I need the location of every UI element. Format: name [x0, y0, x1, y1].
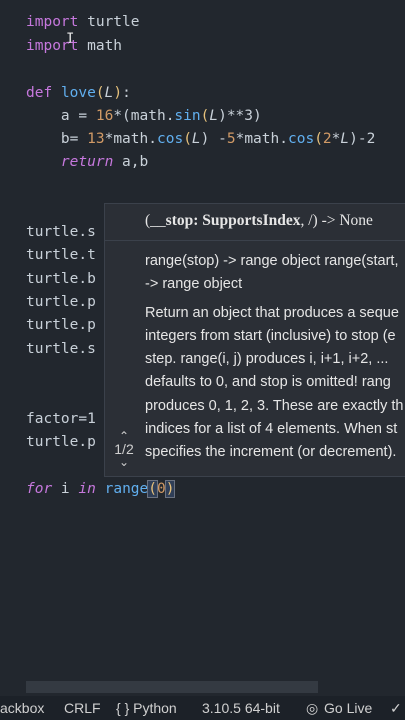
module-name: turtle: [78, 14, 140, 30]
doc-line: indices for a list of 4 elements. When s…: [145, 421, 398, 438]
status-bar: ackbox CRLF { } Python 3.10.5 64-bit ◎ G…: [0, 696, 405, 720]
function-name: cos: [287, 131, 315, 147]
code-line-def[interactable]: def love(L):: [26, 82, 131, 105]
parameter: L: [209, 108, 219, 124]
function-name: love: [60, 85, 96, 101]
code-text: *math.: [104, 131, 157, 147]
code-text: a,b: [113, 154, 149, 170]
code-text: turtle.s: [26, 224, 96, 240]
number: 16: [95, 108, 114, 124]
code-text: turtle.p: [26, 317, 96, 333]
code-line-turtle-5[interactable]: turtle.p: [26, 314, 96, 337]
status-language[interactable]: { } Python: [116, 699, 177, 717]
broadcast-icon: ◎: [306, 700, 319, 716]
code-line-turtle-4[interactable]: turtle.p: [26, 291, 96, 314]
parameter: L: [340, 131, 350, 147]
signature: (__stop: SupportsIndex, /) -> None: [145, 212, 373, 230]
code-line-factor[interactable]: factor=1: [26, 408, 96, 431]
number: 5: [226, 131, 236, 147]
doc-line: defaults to 0, and stop is omitted! rang: [145, 374, 391, 391]
status-sandbox[interactable]: ackbox: [0, 699, 44, 717]
code-text: turtle.s: [26, 341, 96, 357]
keyword: in: [78, 481, 96, 497]
doc-line: range(stop) -> range object range(start,: [145, 253, 399, 269]
doc-line: specifies the increment (or decrement).: [145, 444, 397, 461]
code-line-turtle-2[interactable]: turtle.t: [26, 244, 96, 267]
code-text: i: [52, 481, 79, 497]
code-text: turtle.b: [26, 271, 96, 287]
code-line-2[interactable]: import math: [26, 35, 122, 58]
code-text: turtle.p: [26, 434, 96, 450]
module-name: math: [78, 38, 123, 54]
go-live-button[interactable]: Go Live: [324, 699, 372, 717]
code-line-a[interactable]: a = 16*(math.sin(L)**3): [26, 105, 262, 128]
keyword: import: [26, 14, 79, 30]
overload-pager[interactable]: ⌃ 1/2 ⌄: [107, 430, 141, 468]
code-line-return[interactable]: return a,b: [26, 151, 148, 174]
code-text: ) -: [200, 131, 227, 147]
signature-param: stop: SupportsIndex: [165, 212, 301, 229]
status-interpreter[interactable]: 3.10.5 64-bit: [202, 699, 280, 717]
documentation: range(stop) -> range object range(start,…: [145, 250, 405, 465]
assignment: b=: [60, 131, 88, 147]
keyword: for: [26, 481, 53, 497]
doc-line: integers from start (inclusive) to stop …: [145, 327, 396, 344]
signature-prefix: (__: [145, 212, 166, 229]
function-name: cos: [156, 131, 184, 147]
chevron-down-icon[interactable]: ⌄: [107, 456, 141, 468]
paren: ): [113, 85, 123, 101]
doc-line: -> range object: [145, 276, 243, 293]
doc-line: step. range(i, j) produces i, i+1, i+2, …: [145, 351, 389, 368]
code-text: turtle.t: [26, 247, 96, 263]
code-text: )**3): [218, 108, 262, 124]
status-line-ending[interactable]: CRLF: [64, 699, 101, 717]
horizontal-scrollbar[interactable]: [26, 681, 318, 693]
keyword: def: [26, 85, 53, 101]
keyword: import: [26, 38, 79, 54]
code-text: *math.: [235, 131, 288, 147]
keyword: return: [60, 154, 114, 170]
code-line-for[interactable]: for i in range(0): [26, 478, 176, 501]
code-text: factor=1: [26, 411, 96, 427]
function-name: range: [95, 481, 149, 497]
code-line-1[interactable]: import turtle: [26, 11, 140, 34]
function-name: sin: [174, 108, 201, 124]
code-line-turtle-3[interactable]: turtle.b: [26, 268, 96, 291]
assignment: a =: [60, 108, 96, 124]
code-editor[interactable]: import turtle I import math def love(L):…: [0, 0, 405, 690]
check-icon[interactable]: ✓: [390, 699, 402, 717]
code-text: *(math.: [113, 108, 175, 124]
code-text: turtle.p: [26, 294, 96, 310]
doc-line: produces 0, 1, 2, 3. These are exactly t…: [145, 397, 404, 414]
doc-line: Return an object that produces a seque: [145, 304, 399, 321]
paren: (: [95, 85, 105, 101]
code-text: )-2: [349, 131, 376, 147]
signature-suffix: , /) -> None: [300, 212, 373, 229]
code-line-turtle-6[interactable]: turtle.s: [26, 338, 96, 361]
number: 13: [87, 131, 105, 147]
hover-tooltip[interactable]: (__stop: SupportsIndex, /) -> None range…: [104, 203, 405, 477]
code-line-turtle-1[interactable]: turtle.s: [26, 221, 96, 244]
number: 0: [157, 481, 166, 497]
code-line-b[interactable]: b= 13*math.cos(L) -5*math.cos(2*L)-2: [26, 128, 375, 151]
code-line-turtle-7[interactable]: turtle.p: [26, 431, 96, 454]
parameter: L: [191, 131, 201, 147]
number: 2: [322, 131, 332, 147]
divider: [105, 240, 405, 241]
